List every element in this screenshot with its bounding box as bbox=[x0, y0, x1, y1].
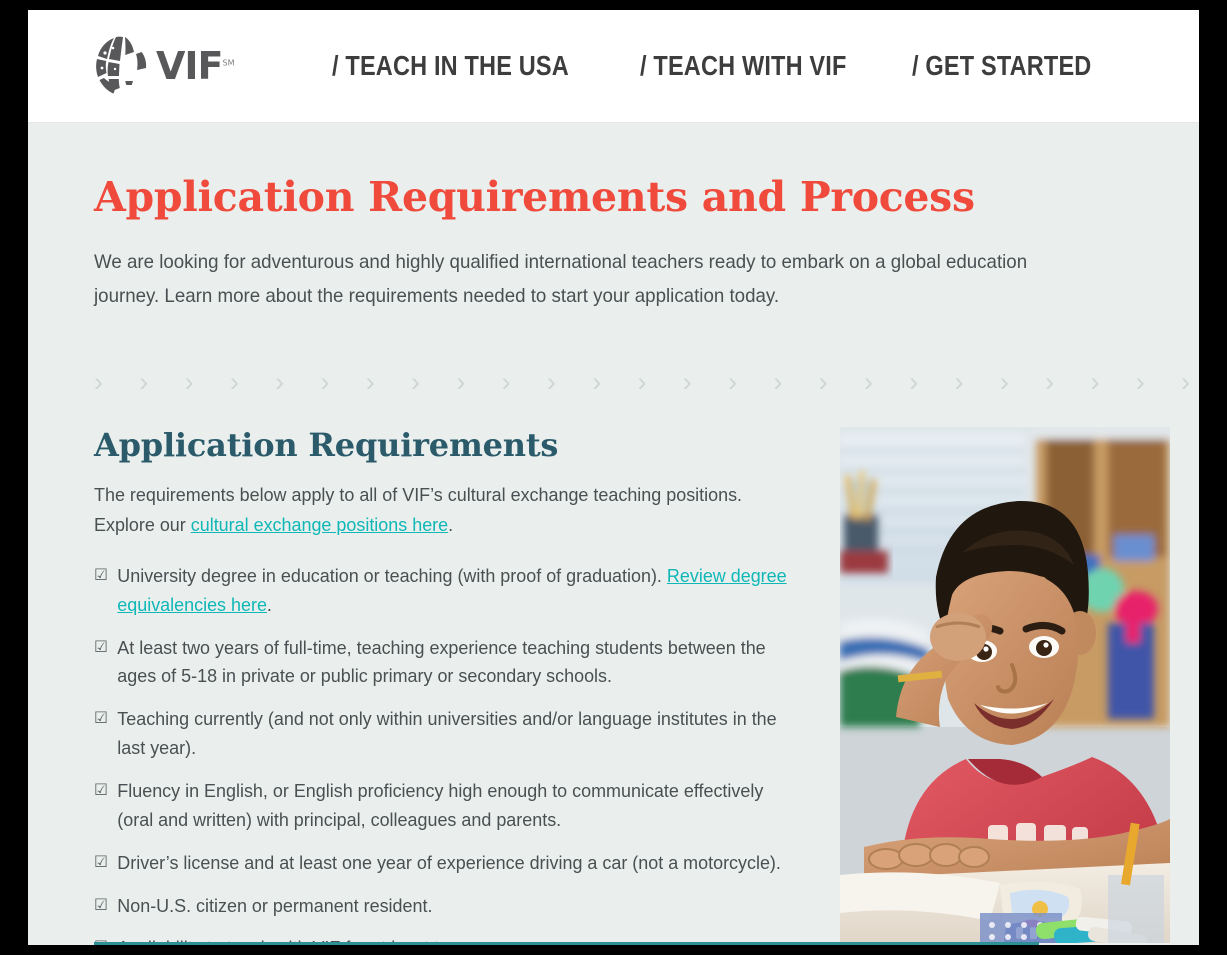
requirement-item: ☑ At least two years of full-time, teach… bbox=[94, 634, 789, 692]
site-header: VIFSM / TEACH IN THE USA / TEACH WITH VI… bbox=[28, 10, 1199, 123]
classroom-photo bbox=[840, 427, 1170, 944]
vif-logo[interactable]: VIFSM bbox=[94, 35, 244, 97]
section-title: Application Requirements bbox=[94, 426, 559, 465]
main-navigation: / TEACH IN THE USA / TEACH WITH VIF / GE… bbox=[332, 52, 1152, 80]
hero-intro-paragraph: We are looking for adventurous and highl… bbox=[94, 251, 1028, 307]
brand-wordmark-text: VIF bbox=[156, 44, 224, 88]
requirement-text: Teaching currently (and not only within … bbox=[117, 708, 777, 759]
requirement-item: ☑ Fluency in English, or English profici… bbox=[94, 777, 789, 835]
content-area: Application Requirements The requirement… bbox=[28, 399, 1199, 945]
photo-column bbox=[828, 427, 1199, 945]
checkbox-checked-icon: ☑ bbox=[94, 780, 108, 800]
requirement-item: ☑ University degree in education or teac… bbox=[94, 562, 789, 620]
requirements-column: Application Requirements The requirement… bbox=[28, 427, 828, 945]
checkbox-checked-icon: ☑ bbox=[94, 851, 108, 871]
checkbox-checked-icon: ☑ bbox=[94, 708, 108, 728]
requirement-text-before: University degree in education or teachi… bbox=[117, 564, 667, 586]
checkbox-checked-icon: ☑ bbox=[94, 894, 108, 914]
brand-wordmark: VIFSM bbox=[156, 47, 235, 85]
globe-icon bbox=[96, 36, 147, 94]
brand-sm-mark: SM bbox=[222, 58, 235, 68]
requirement-text: Fluency in English, or English proficien… bbox=[117, 780, 764, 830]
chevron-divider: › › › › › › › › › › › › › › › › › › › › … bbox=[94, 367, 1199, 398]
section-intro-paragraph: The requirements below apply to all of V… bbox=[94, 480, 785, 540]
nav-item-get-started[interactable]: / GET STARTED bbox=[912, 52, 1115, 80]
nav-item-teach-in-the-usa[interactable]: / TEACH IN THE USA bbox=[332, 52, 592, 80]
requirement-item: ☑ Driver’s license and at least one year… bbox=[94, 849, 789, 878]
footer-top-rule bbox=[94, 942, 1039, 945]
checkbox-checked-icon: ☑ bbox=[94, 564, 108, 584]
requirement-text: At least two years of full-time, teachin… bbox=[117, 636, 766, 687]
requirement-text: Non-U.S. citizen or permanent resident. bbox=[117, 894, 433, 916]
classroom-photo-illustration bbox=[840, 427, 1170, 944]
section-intro-text-after: . bbox=[448, 513, 454, 535]
hero-section: Application Requirements and Process We … bbox=[28, 123, 1199, 314]
nav-item-teach-with-vif[interactable]: / TEACH WITH VIF bbox=[640, 52, 870, 80]
requirement-text-after: . bbox=[266, 593, 272, 615]
requirement-item: ☑ Teaching currently (and not only withi… bbox=[94, 705, 789, 763]
checkbox-checked-icon: ☑ bbox=[94, 636, 108, 656]
requirement-item: ☑ Non-U.S. citizen or permanent resident… bbox=[94, 892, 789, 921]
requirement-text: Driver’s license and at least one year o… bbox=[117, 851, 781, 873]
browser-page-frame: VIFSM / TEACH IN THE USA / TEACH WITH VI… bbox=[28, 10, 1199, 945]
page-title: Application Requirements and Process bbox=[94, 173, 975, 221]
cultural-exchange-positions-link[interactable]: cultural exchange positions here bbox=[191, 514, 448, 535]
requirements-list: ☑ University degree in education or teac… bbox=[94, 562, 810, 945]
